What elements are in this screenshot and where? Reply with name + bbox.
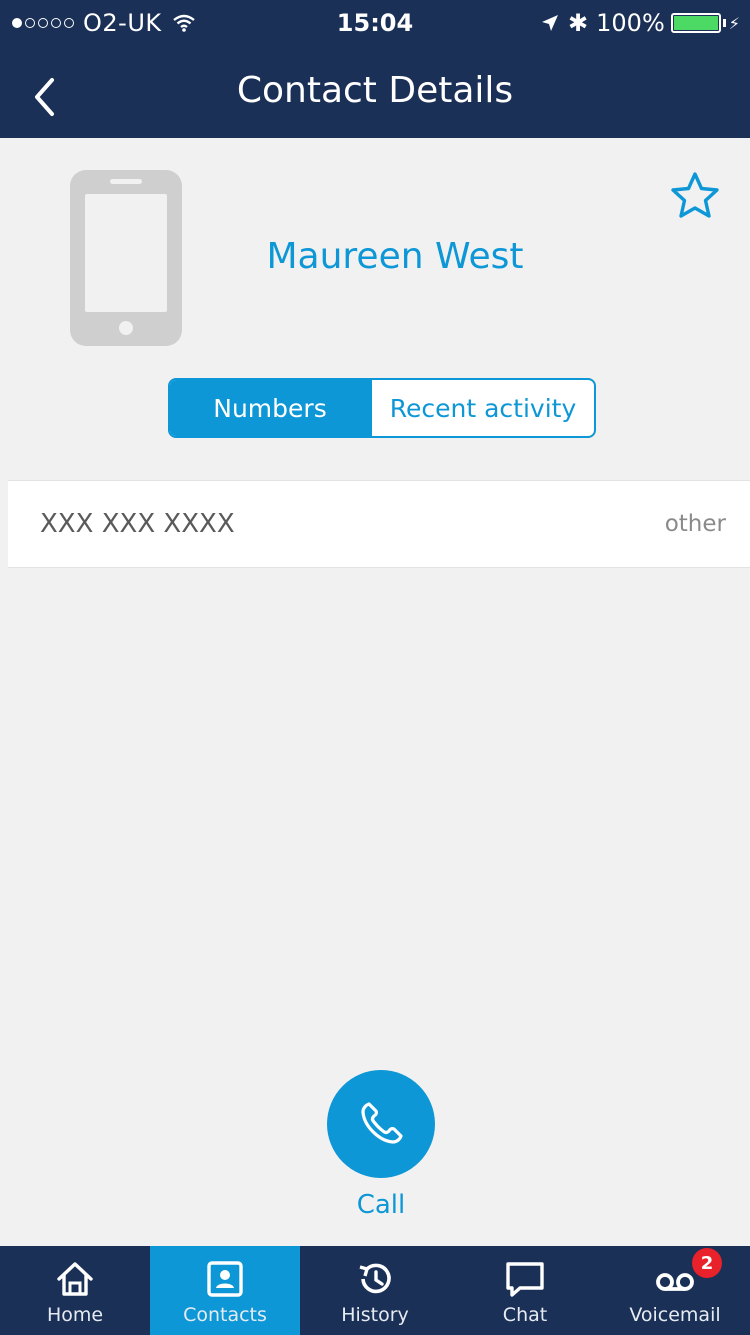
tab-recent-activity[interactable]: Recent activity [370, 380, 594, 436]
tab-contacts[interactable]: Contacts [150, 1246, 300, 1335]
tab-label: Chat [502, 1304, 548, 1326]
phone-number-value: XXX XXX XXXX [40, 509, 235, 539]
tab-home[interactable]: Home [0, 1246, 150, 1335]
segmented-control: Numbers Recent activity [168, 378, 596, 438]
star-outline-icon [671, 172, 719, 218]
battery-percent: 100% [596, 9, 665, 37]
tab-history[interactable]: History [300, 1246, 450, 1335]
battery-nub [722, 19, 726, 27]
mobile-phone-icon [70, 170, 182, 346]
tab-voicemail[interactable]: 2 Voicemail [600, 1246, 750, 1335]
contact-name: Maureen West [266, 236, 524, 277]
status-bar: O2-UK 15:04 ✱ 100% ⚡ [0, 0, 750, 46]
charging-icon: ⚡ [728, 13, 740, 33]
tab-label: Contacts [183, 1304, 267, 1326]
app-header: O2-UK 15:04 ✱ 100% ⚡ Contact Details [0, 0, 750, 138]
contacts-icon [207, 1261, 243, 1297]
battery-fill [673, 16, 718, 30]
voicemail-badge: 2 [692, 1248, 722, 1278]
tab-chat[interactable]: Chat [450, 1246, 600, 1335]
tab-label: Home [46, 1304, 104, 1326]
status-right: ✱ 100% ⚡ [540, 9, 740, 37]
phone-handset-icon [361, 1102, 403, 1144]
chat-bubble-icon [506, 1262, 544, 1297]
location-arrow-icon [542, 15, 559, 31]
call-label: Call [356, 1190, 406, 1220]
phone-number-type: other [664, 511, 726, 537]
battery-icon [670, 13, 721, 33]
page-title: Contact Details [236, 70, 514, 111]
home-icon [57, 1262, 93, 1296]
voicemail-icon [656, 1273, 694, 1291]
bottom-tab-bar: Home Contacts History Chat 2 Voicemail [0, 1246, 750, 1335]
phone-number-row[interactable]: XXX XXX XXXX other [8, 480, 750, 568]
favorite-button[interactable] [669, 170, 721, 220]
history-icon [359, 1263, 391, 1294]
bluetooth-icon: ✱ [568, 9, 589, 37]
tab-label: Voicemail [629, 1304, 721, 1326]
call-button[interactable] [327, 1070, 435, 1178]
tab-numbers[interactable]: Numbers [170, 380, 370, 436]
tab-label: History [341, 1304, 409, 1326]
